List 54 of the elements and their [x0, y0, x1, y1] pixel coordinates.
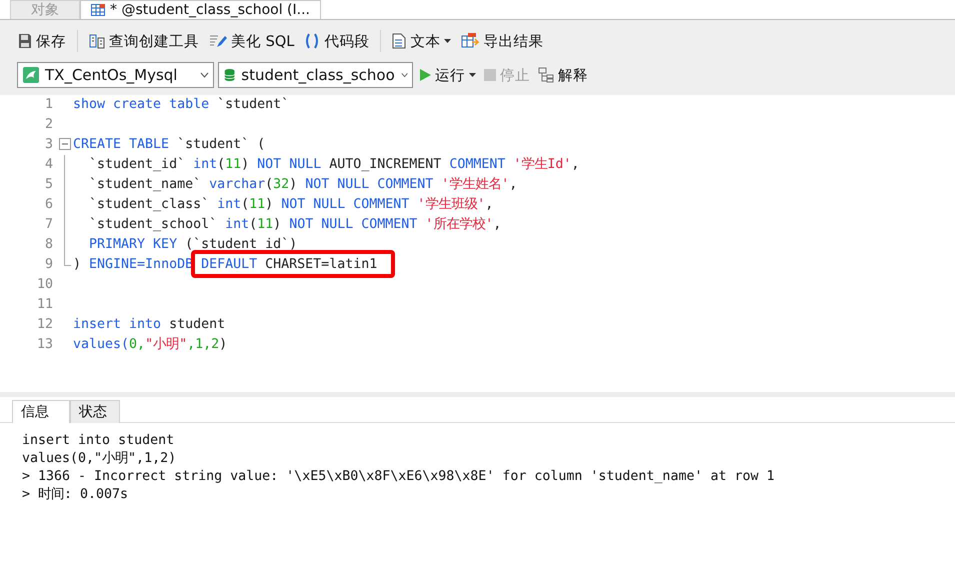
chevron-down-icon	[400, 72, 408, 78]
toolbar-button[interactable]: 美化 SQL	[207, 29, 296, 53]
highlight-box: DEFAULT CHARSET=latin1	[191, 250, 396, 278]
table-icon	[91, 4, 105, 16]
chevron-down-icon	[200, 72, 209, 78]
result-tab[interactable]: 信息	[12, 400, 70, 423]
message-line: values(0,"小明",1,2)	[22, 450, 178, 468]
toolbar-button[interactable]: 查询创建工具	[87, 29, 201, 53]
line-number: 7	[44, 216, 53, 234]
message-line: insert into student	[22, 432, 176, 450]
line-number: 11	[36, 296, 53, 314]
line-number: 6	[44, 196, 53, 214]
explain-button[interactable]: 解释	[536, 63, 590, 87]
result-tab[interactable]: 状态	[70, 400, 120, 423]
line-number: 8	[44, 236, 53, 254]
toolbar-button[interactable]: 导出结果	[459, 29, 546, 53]
query-builder-icon	[89, 33, 105, 49]
run-button[interactable]: 运行	[417, 63, 478, 87]
code-text: `student_school` int(11) NOT NULL COMMENT '所在学校',	[88, 216, 502, 234]
editor-tab[interactable]: * @student_class_school (I...	[80, 0, 321, 19]
code-text: `student_class` int(11) NOT NULL COMMENT '学生班级',	[88, 196, 494, 214]
code-text: `student_name` varchar(32) NOT NULL COMMENT '学生姓名',	[88, 176, 518, 194]
parentheses-icon	[304, 33, 320, 49]
line-number: 9	[44, 256, 53, 274]
line-number: 5	[44, 176, 53, 194]
fold-end-line	[64, 255, 71, 266]
play-icon	[419, 68, 431, 82]
table-export-icon	[461, 33, 480, 49]
toolbar-button[interactable]: 代码段	[302, 29, 372, 53]
line-number: 3	[44, 136, 53, 154]
line-number: 4	[44, 156, 53, 174]
line-number: 12	[36, 316, 53, 334]
code-text: values(0,"小明",1,2)	[73, 336, 228, 354]
line-number: 1	[44, 96, 53, 114]
message-line: > 1366 - Incorrect string value: '\xE5\xB0\x8F\xE6\x98\x8E' for column 'student_name' at row 1	[22, 468, 776, 486]
code-text: CREATE TABLE `student` (	[73, 136, 266, 154]
connection-select[interactable]: TX_CentOs_Mysql	[17, 62, 214, 88]
code-text: insert into student	[73, 316, 226, 334]
database-icon	[224, 67, 236, 83]
tree-diagram-icon	[538, 67, 554, 83]
collapse-icon[interactable]	[59, 138, 71, 150]
line-number: 10	[36, 276, 53, 294]
toolbar-button[interactable]: 文本	[390, 29, 454, 53]
code-text: show create table `student`	[73, 96, 290, 114]
code-text: `student_id` int(11) NOT NULL AUTO_INCREMENT COMMENT '学生Id',	[88, 156, 580, 174]
message-line: > 时间: 0.007s	[22, 486, 130, 504]
pencil-lines-icon	[209, 33, 227, 49]
save-button[interactable]: 保存	[16, 29, 68, 53]
line-number: 13	[36, 336, 53, 354]
dolphin-icon	[23, 67, 39, 83]
database-select[interactable]: student_class_schoo	[218, 62, 413, 88]
square-icon	[484, 69, 496, 81]
line-number: 2	[44, 116, 53, 134]
document-icon	[392, 33, 406, 49]
